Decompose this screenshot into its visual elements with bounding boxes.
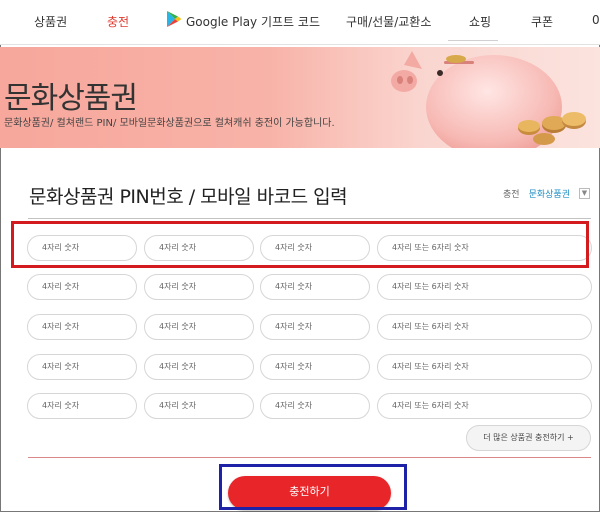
pin-row: 4자리 숫자 4자리 숫자 4자리 숫자 4자리 또는 6자리 숫자 [27,393,592,419]
pin-row: 4자리 숫자 4자리 숫자 4자리 숫자 4자리 또는 6자리 숫자 [27,354,592,380]
pin-row: 4자리 숫자 4자리 숫자 4자리 숫자 4자리 또는 6자리 숫자 [27,274,592,300]
chevron-down-icon[interactable]: ▼ [579,188,590,199]
breadcrumb: 충전 문화상품권 ▼ [503,187,590,200]
charge-button-highlight [219,464,407,510]
pin-input-part1[interactable]: 4자리 숫자 [27,393,137,419]
pin-input-part4[interactable]: 4자리 또는 6자리 숫자 [377,314,592,340]
pin-input-part3[interactable]: 4자리 숫자 [260,314,370,340]
section-title: 문화상품권 PIN번호 / 모바일 바코드 입력 [29,186,348,208]
bottom-divider [28,457,591,458]
pin-input-part2[interactable]: 4자리 숫자 [144,274,254,300]
pin-input-part1[interactable]: 4자리 숫자 [27,314,137,340]
pin-input-part3[interactable]: 4자리 숫자 [260,354,370,380]
pin-input-part3[interactable]: 4자리 숫자 [260,274,370,300]
piggy-bank-illustration [391,51,586,148]
nav-item-shopping[interactable]: 쇼핑 [469,13,491,30]
pin-input-part4[interactable]: 4자리 또는 6자리 숫자 [377,393,592,419]
pin-input-part2[interactable]: 4자리 숫자 [144,354,254,380]
google-play-icon [167,11,182,27]
pin-input-part2[interactable]: 4자리 숫자 [144,314,254,340]
breadcrumb-charge: 충전 [503,190,520,200]
nav-item-purchase-gift-exchange[interactable]: 구매/선물/교환소 [346,13,431,30]
more-gift-cards-button[interactable]: 더 많은 상품권 충전하기 + [466,425,591,451]
nav-item-more[interactable]: 0 [592,13,600,27]
top-nav: 상품권 충전 Google Play 기프트 코드 구매/선물/교환소 쇼핑 쿠… [0,0,600,45]
hero-banner: 문화상품권 문화상품권/ 컬쳐랜드 PIN/ 모바일문화상품권으로 컬쳐캐쉬 충… [0,47,600,148]
nav-item-charge[interactable]: 충전 [107,13,129,30]
nav-item-gift-cards[interactable]: 상품권 [34,13,67,30]
first-row-highlight [11,221,589,268]
gift-card-type-select[interactable]: 문화상품권 [529,187,570,200]
pin-input-part2[interactable]: 4자리 숫자 [144,393,254,419]
section-divider [28,218,591,219]
pin-input-part4[interactable]: 4자리 또는 6자리 숫자 [377,274,592,300]
banner-title: 문화상품권 [4,81,138,116]
nav-item-google-play-gift-code[interactable]: Google Play 기프트 코드 [186,13,320,30]
pin-input-part3[interactable]: 4자리 숫자 [260,393,370,419]
nav-hover-underline [448,40,498,41]
pin-input-part4[interactable]: 4자리 또는 6자리 숫자 [377,354,592,380]
pin-input-part1[interactable]: 4자리 숫자 [27,274,137,300]
pin-input-part1[interactable]: 4자리 숫자 [27,354,137,380]
nav-item-coupon[interactable]: 쿠폰 [531,13,553,30]
pin-row: 4자리 숫자 4자리 숫자 4자리 숫자 4자리 또는 6자리 숫자 [27,314,592,340]
banner-subtitle: 문화상품권/ 컬쳐랜드 PIN/ 모바일문화상품권으로 컬쳐캐쉬 충전이 가능합… [4,118,335,129]
